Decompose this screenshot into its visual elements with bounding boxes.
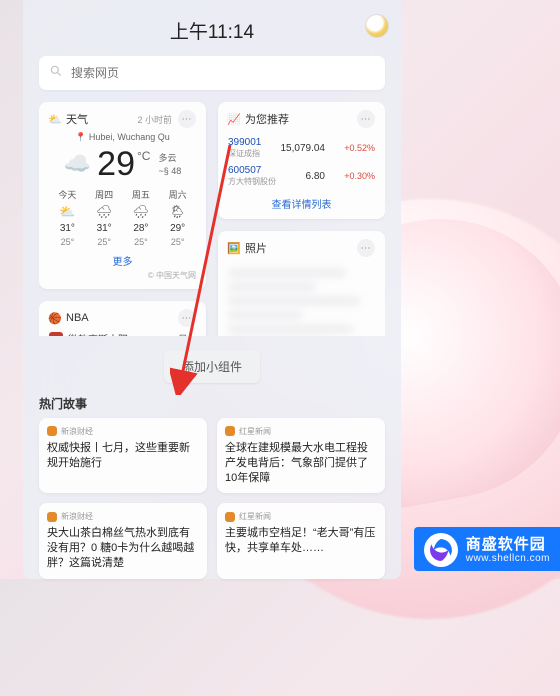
stocks-more-link[interactable]: 查看详情列表 [228, 196, 375, 211]
day-label: 周五 [132, 188, 150, 201]
day-lo: 25° [134, 237, 148, 247]
day-lo: 25° [97, 237, 111, 247]
nba-more-icon[interactable]: ⋯ [178, 309, 196, 327]
day-label: 今天 [58, 188, 76, 201]
news-source: 新浪财经 [61, 511, 93, 522]
photos-title: 照片 [245, 240, 267, 256]
weather-unit: °C [137, 149, 150, 163]
day-hi: 31° [60, 223, 75, 234]
news-source-icon [47, 426, 57, 436]
day-hi: 31° [97, 223, 112, 234]
nba-card[interactable]: 🏀 NBA ⋯ 微软克斯太阳 7月 3 密尔沃基鹿 2季更新 更多 NBA [39, 301, 206, 336]
photos-icon: 🖼️ [228, 242, 240, 254]
stock-sub: 方大特钢股份 [228, 176, 276, 187]
day-label: 周四 [95, 188, 113, 201]
topbar: 上午11:14 [39, 12, 385, 48]
team-a-name: 微软克斯太阳 [68, 331, 128, 336]
search-input[interactable] [71, 66, 375, 80]
search-icon [49, 64, 71, 83]
news-card[interactable]: 新浪财经 权威快报丨七月，这些重要新规开始施行 [39, 418, 207, 494]
site-badge: 商盛软件园 www.shellcn.com [414, 527, 560, 571]
news-source: 红星新闻 [239, 426, 271, 437]
day-label: 周六 [169, 188, 187, 201]
weather-more-link[interactable]: 更多 [49, 253, 196, 268]
forecast-row: 今天 ⛅ 31° 25° 周四 🌧 31° 25° 周五 🌧 28° 25° 周六 🌦 29° 25° [49, 188, 196, 247]
news-title: 全球在建规模最大水电工程投产发电背后：气象部门提供了10年保障 [225, 441, 377, 486]
stock-sub: 深证成指 [228, 148, 274, 159]
cloud-icon: ☁️ [64, 151, 91, 177]
weather-attr: © 中国天气网 [49, 270, 196, 281]
weather-location: Hubei, Wuchang Qu [89, 132, 170, 142]
day-lo: 25° [171, 237, 185, 247]
day-icon: 🌧 [133, 204, 150, 220]
day-icon: ⛅ [59, 204, 75, 220]
weather-interval: 2 小时前 [137, 113, 172, 126]
news-title: 央大山茶白棉丝气热水到底有没有用？0 糖0卡为什么越喝越胖？这篇说清楚 [47, 526, 199, 571]
site-logo-icon [424, 533, 458, 567]
site-url: www.shellcn.com [466, 553, 550, 565]
add-widget-button[interactable]: 添加小组件 [164, 350, 260, 383]
photos-more-icon[interactable]: ⋯ [357, 239, 375, 257]
day-icon: 🌧 [96, 204, 113, 220]
widgets-panel: 上午11:14 ⛅ 天气 2 小时前 ⋯ � [23, 0, 401, 579]
news-section: 热门故事 新浪财经 权威快报丨七月，这些重要新规开始施行 红星新闻 全球在建规模… [39, 393, 385, 579]
nba-title: NBA [66, 312, 89, 324]
photos-card[interactable]: 🖼️ 照片 ⋯ [218, 231, 385, 336]
news-source-icon [225, 426, 235, 436]
stocks-card[interactable]: 📈 为您推荐 ⋯ 399001 深证成指 15,079.04 +0.52% [218, 102, 385, 219]
clock: 上午11:14 [170, 17, 254, 44]
stocks-more-icon[interactable]: ⋯ [357, 110, 375, 128]
weather-more-icon[interactable]: ⋯ [178, 110, 196, 128]
site-name: 商盛软件园 [466, 536, 550, 553]
news-card[interactable]: 红星新闻 主要城市空档足！“老大哥”有压快，共享单车处…… [217, 503, 385, 579]
news-title: 主要城市空档足！“老大哥”有压快，共享单车处…… [225, 526, 377, 556]
weather-icon: ⛅ [49, 113, 61, 125]
stock-val: 6.80 [276, 171, 325, 182]
weather-cond: 多云 [158, 151, 181, 164]
search-box[interactable] [39, 56, 385, 90]
news-source: 红星新闻 [239, 511, 271, 522]
stock-chg: +0.52% [325, 143, 375, 153]
stocks-icon: 📈 [228, 113, 240, 125]
stocks-title: 为您推荐 [245, 111, 289, 127]
stock-row[interactable]: 600507 方大特钢股份 6.80 +0.30% [228, 162, 375, 190]
day-hi: 29° [170, 223, 185, 234]
team-a-logo [49, 332, 63, 336]
news-card[interactable]: 新浪财经 央大山茶白棉丝气热水到底有没有用？0 糖0卡为什么越喝越胖？这篇说清楚 [39, 503, 207, 579]
nba-icon: 🏀 [49, 312, 61, 324]
photos-body [228, 263, 375, 336]
stock-val: 15,079.04 [274, 143, 325, 154]
news-source-icon [47, 512, 57, 522]
stock-sym: 600507 [228, 165, 274, 176]
day-hi: 28° [133, 223, 148, 234]
news-title: 权威快报丨七月，这些重要新规开始施行 [47, 441, 199, 471]
nba-date: 7月 3 [172, 331, 196, 336]
news-source: 新浪财经 [61, 426, 93, 437]
day-lo: 25° [61, 237, 75, 247]
weather-temp: 29 [97, 145, 135, 184]
stock-row[interactable]: 399001 深证成指 15,079.04 +0.52% [228, 134, 375, 162]
weather-card[interactable]: ⛅ 天气 2 小时前 ⋯ 📍 Hubei, Wuchang Qu ☁️ 29 °… [39, 102, 206, 289]
weather-aqi: ~§ 48 [158, 166, 181, 176]
stock-sym: 399001 [228, 137, 274, 148]
avatar[interactable] [365, 14, 389, 38]
stock-chg: +0.30% [325, 171, 375, 181]
news-source-icon [225, 512, 235, 522]
day-icon: 🌦 [169, 204, 186, 220]
weather-title: 天气 [66, 111, 88, 127]
news-card[interactable]: 红星新闻 全球在建规模最大水电工程投产发电背后：气象部门提供了10年保障 [217, 418, 385, 494]
news-heading: 热门故事 [39, 395, 385, 412]
